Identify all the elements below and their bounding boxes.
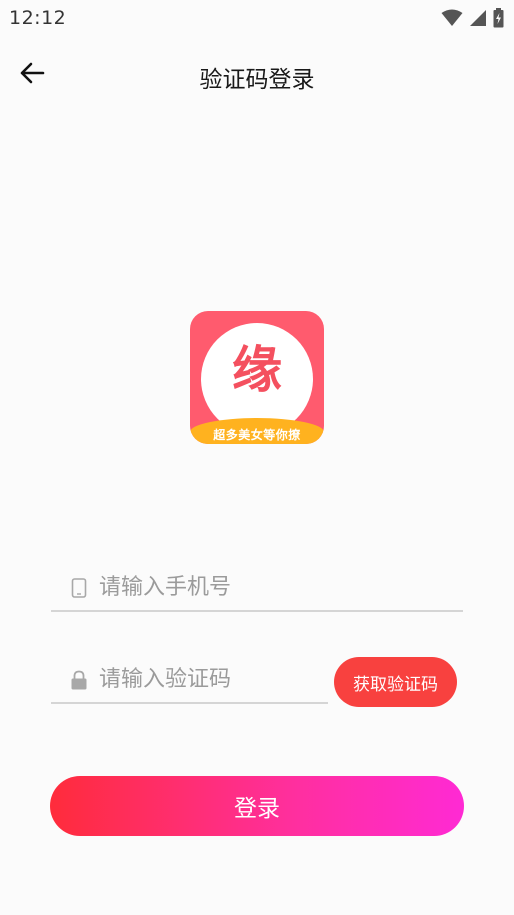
signal-icon bbox=[469, 9, 487, 27]
lock-icon bbox=[69, 669, 89, 691]
logo-banner: 超多美女等你撩 bbox=[190, 418, 324, 444]
phone-field bbox=[51, 565, 463, 612]
logo-character: 缘 bbox=[232, 341, 282, 399]
logo-banner-text: 超多美女等你撩 bbox=[213, 427, 301, 442]
phone-input[interactable] bbox=[99, 567, 379, 608]
code-field bbox=[51, 657, 328, 704]
get-code-button[interactable]: 获取验证码 bbox=[334, 657, 457, 707]
wifi-icon bbox=[441, 9, 463, 27]
page-title: 验证码登录 bbox=[199, 67, 315, 93]
code-input[interactable] bbox=[99, 659, 299, 700]
login-button[interactable]: 登录 bbox=[50, 776, 464, 836]
status-icons bbox=[441, 8, 504, 28]
app-logo: 缘 超多美女等你撩 bbox=[190, 311, 324, 444]
app-header: 验证码登录 bbox=[0, 48, 514, 102]
battery-icon bbox=[493, 8, 504, 28]
phone-icon bbox=[69, 577, 89, 599]
status-bar: 12:12 bbox=[0, 0, 514, 36]
status-time: 12:12 bbox=[9, 7, 67, 29]
